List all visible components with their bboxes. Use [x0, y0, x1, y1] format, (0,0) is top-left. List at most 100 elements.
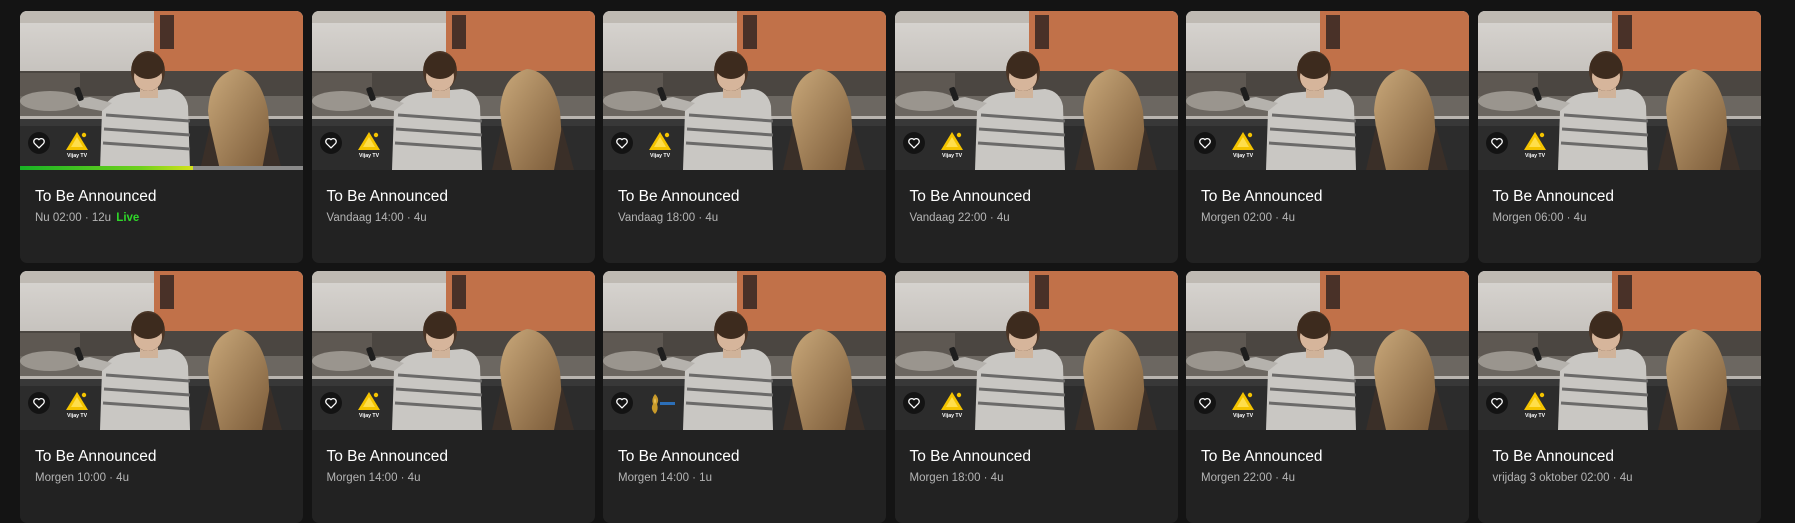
- program-info: To Be Announced vrijdag 3 oktober 02:00 …: [1478, 430, 1761, 484]
- favorite-button[interactable]: [319, 392, 342, 414]
- channel-logo: Vijay TV: [62, 389, 92, 419]
- program-thumbnail[interactable]: Vijay TV: [1477, 271, 1761, 430]
- program-card[interactable]: Vijay TV To Be Announced Morgen 14:00 · …: [311, 271, 595, 523]
- svg-text:Vijay TV: Vijay TV: [358, 153, 379, 159]
- svg-text:Vijay TV: Vijay TV: [1524, 413, 1545, 419]
- program-card[interactable]: Vijay TV To Be Announced Morgen 06:00 · …: [1477, 11, 1761, 263]
- program-time: Nu 02:00 · 12u Live: [35, 212, 288, 224]
- program-time-text: vrijdag 3 oktober 02:00 · 4u: [1492, 472, 1633, 484]
- channel-logo: Vijay TV: [62, 129, 92, 159]
- program-time-text: Morgen 18:00 · 4u: [909, 472, 1004, 484]
- program-thumbnail[interactable]: Vijay TV: [894, 11, 1178, 170]
- program-card[interactable]: Vijay TV To Be Announced vrijdag 3 oktob…: [1477, 271, 1761, 523]
- channel-logo: Vijay TV: [1520, 389, 1550, 419]
- program-title: To Be Announced: [35, 188, 157, 205]
- al-jazeera-logo: [651, 394, 675, 414]
- program-time-text: Vandaag 22:00 · 4u: [909, 212, 1010, 224]
- svg-text:Vijay TV: Vijay TV: [1233, 153, 1254, 159]
- favorite-button[interactable]: [611, 392, 633, 414]
- favorite-button[interactable]: [1485, 392, 1508, 414]
- svg-text:Vijay TV: Vijay TV: [67, 153, 88, 159]
- program-thumbnail[interactable]: Vijay TV: [1186, 271, 1469, 430]
- svg-text:Vijay TV: Vijay TV: [1524, 153, 1545, 159]
- favorite-button[interactable]: [28, 392, 50, 414]
- program-time-text: Morgen 22:00 · 4u: [1201, 472, 1295, 484]
- program-info: To Be Announced Vandaag 22:00 · 4u: [895, 170, 1178, 224]
- channel-logo: Vijay TV: [354, 389, 384, 419]
- program-thumbnail[interactable]: Vijay TV: [603, 11, 886, 170]
- favorite-button[interactable]: [28, 132, 50, 154]
- program-card[interactable]: Vijay TV To Be Announced Morgen 18:00 · …: [894, 271, 1178, 523]
- program-info: To Be Announced Morgen 22:00 · 4u: [1186, 430, 1469, 484]
- program-time: Vandaag 22:00 · 4u: [910, 212, 1163, 224]
- program-card[interactable]: Vijay TV To Be Announced Vandaag 14:00 ·…: [311, 11, 595, 263]
- program-info: To Be Announced Vandaag 18:00 · 4u: [603, 170, 886, 224]
- program-card[interactable]: To Be Announced Morgen 14:00 · 1u: [603, 271, 886, 523]
- vijay-tv-logo: Vijay TV: [357, 132, 380, 159]
- vijay-tv-logo: Vijay TV: [649, 132, 671, 159]
- program-title: To Be Announced: [618, 448, 740, 465]
- program-info: To Be Announced Morgen 02:00 · 4u: [1186, 170, 1469, 224]
- vijay-tv-logo: Vijay TV: [940, 392, 963, 419]
- favorite-button[interactable]: [1194, 132, 1216, 154]
- program-info: To Be Announced Morgen 14:00 · 1u: [603, 430, 886, 484]
- program-grid: Vijay TV To Be Announced Nu 02:00 · 12u …: [20, 11, 1761, 523]
- favorite-button[interactable]: [1485, 132, 1508, 154]
- program-card[interactable]: Vijay TV To Be Announced Morgen 10:00 · …: [20, 271, 303, 523]
- program-info: To Be Announced Morgen 10:00 · 4u: [20, 430, 303, 484]
- favorite-button[interactable]: [319, 132, 342, 154]
- watch-progress-fill: [20, 166, 193, 170]
- channel-logo: [645, 389, 675, 419]
- vijay-tv-logo: Vijay TV: [1523, 392, 1546, 419]
- program-thumbnail[interactable]: [603, 271, 886, 430]
- program-thumbnail[interactable]: Vijay TV: [20, 271, 303, 430]
- program-title: To Be Announced: [1201, 448, 1323, 465]
- channel-logo: Vijay TV: [354, 129, 384, 159]
- heart-outline-icon: [1490, 137, 1503, 149]
- program-time-text: Morgen 02:00 · 4u: [1201, 212, 1295, 224]
- svg-text:Vijay TV: Vijay TV: [358, 413, 379, 419]
- favorite-button[interactable]: [611, 132, 633, 154]
- program-card[interactable]: Vijay TV To Be Announced Vandaag 22:00 ·…: [894, 11, 1178, 263]
- program-thumbnail[interactable]: Vijay TV: [311, 271, 595, 430]
- program-time: Morgen 18:00 · 4u: [910, 472, 1163, 484]
- program-thumbnail[interactable]: Vijay TV: [894, 271, 1178, 430]
- program-time: Morgen 22:00 · 4u: [1201, 472, 1454, 484]
- svg-text:Vijay TV: Vijay TV: [650, 153, 671, 159]
- program-title: To Be Announced: [909, 448, 1032, 465]
- channel-logo: Vijay TV: [1228, 389, 1258, 419]
- watch-progress-bar: [20, 166, 303, 170]
- favorite-button[interactable]: [1194, 392, 1216, 414]
- channel-logo: Vijay TV: [1520, 129, 1550, 159]
- vijay-tv-logo: Vijay TV: [357, 392, 380, 419]
- program-time: vrijdag 3 oktober 02:00 · 4u: [1493, 472, 1746, 484]
- program-title: To Be Announced: [1492, 448, 1615, 465]
- program-title: To Be Announced: [618, 188, 740, 205]
- svg-text:Vijay TV: Vijay TV: [67, 413, 88, 419]
- program-time-text: Morgen 14:00 · 1u: [618, 472, 712, 484]
- program-thumbnail[interactable]: Vijay TV: [1186, 11, 1469, 170]
- heart-outline-icon: [1199, 137, 1211, 149]
- program-title: To Be Announced: [1201, 188, 1323, 205]
- program-time: Morgen 02:00 · 4u: [1201, 212, 1454, 224]
- favorite-button[interactable]: [902, 132, 925, 154]
- channel-logo: Vijay TV: [937, 129, 967, 159]
- program-thumbnail[interactable]: Vijay TV: [20, 11, 303, 170]
- program-info: To Be Announced Morgen 18:00 · 4u: [895, 430, 1178, 484]
- program-time: Morgen 14:00 · 1u: [618, 472, 871, 484]
- program-card[interactable]: Vijay TV To Be Announced Vandaag 18:00 ·…: [603, 11, 886, 263]
- program-thumbnail[interactable]: Vijay TV: [1477, 11, 1761, 170]
- program-time: Morgen 14:00 · 4u: [327, 472, 580, 484]
- channel-logo: Vijay TV: [937, 389, 967, 419]
- program-card[interactable]: Vijay TV To Be Announced Morgen 02:00 · …: [1186, 11, 1469, 263]
- vijay-tv-logo: Vijay TV: [1523, 132, 1546, 159]
- program-title: To Be Announced: [35, 448, 157, 465]
- channel-logo: Vijay TV: [1228, 129, 1258, 159]
- favorite-button[interactable]: [902, 392, 925, 414]
- program-time-text: Vandaag 18:00 · 4u: [618, 212, 719, 224]
- program-thumbnail[interactable]: Vijay TV: [311, 11, 595, 170]
- program-card[interactable]: Vijay TV To Be Announced Morgen 22:00 · …: [1186, 271, 1469, 523]
- program-card[interactable]: Vijay TV To Be Announced Nu 02:00 · 12u …: [20, 11, 303, 263]
- heart-outline-icon: [324, 397, 337, 409]
- svg-text:Vijay TV: Vijay TV: [1233, 413, 1254, 419]
